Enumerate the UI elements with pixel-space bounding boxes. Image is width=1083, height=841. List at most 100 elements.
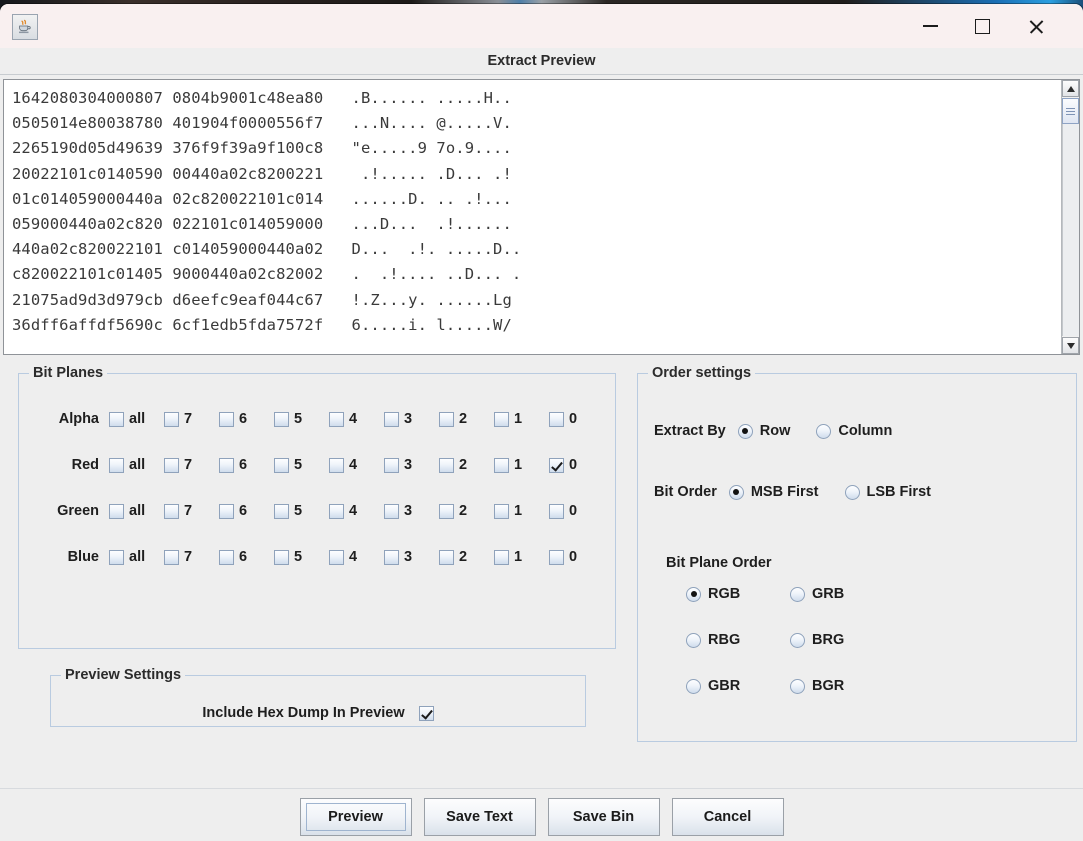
include-hex-dump-checkbox[interactable] — [418, 705, 434, 721]
bit-plane-cell-red-3[interactable]: 3 — [384, 457, 439, 473]
checkbox-red-4[interactable] — [329, 457, 344, 473]
bit-plane-cell-alpha-0[interactable]: 0 — [549, 411, 604, 427]
bit-plane-cell-green-6[interactable]: 6 — [219, 503, 274, 519]
bit-plane-order-option-bgr[interactable]: BGR — [790, 678, 868, 694]
bit-plane-order-option-gbr[interactable]: GBR — [686, 678, 764, 694]
bit-plane-cell-blue-7[interactable]: 7 — [164, 549, 219, 565]
bit-plane-cell-red-0[interactable]: 0 — [549, 457, 604, 473]
bit-plane-cell-red-4[interactable]: 4 — [329, 457, 384, 473]
bit-plane-order-option-brg[interactable]: BRG — [790, 632, 868, 648]
bit-plane-order-radio-gbr[interactable] — [686, 678, 701, 694]
bit-plane-cell-green-5[interactable]: 5 — [274, 503, 329, 519]
checkbox-blue-5[interactable] — [274, 549, 289, 565]
checkbox-blue-6[interactable] — [219, 549, 234, 565]
checkbox-red-3[interactable] — [384, 457, 399, 473]
checkbox-blue-7[interactable] — [164, 549, 179, 565]
preview-button[interactable]: Preview — [299, 798, 412, 836]
bit-plane-cell-alpha-3[interactable]: 3 — [384, 411, 439, 427]
bit-plane-cell-alpha-all[interactable]: all — [109, 411, 164, 427]
checkbox-green-1[interactable] — [494, 503, 509, 519]
maximize-button[interactable] — [959, 4, 1005, 48]
bit-plane-cell-blue-1[interactable]: 1 — [494, 549, 549, 565]
bit-plane-order-radio-brg[interactable] — [790, 632, 805, 648]
bit-order-lsb-radio[interactable] — [844, 484, 860, 500]
bit-plane-cell-green-0[interactable]: 0 — [549, 503, 604, 519]
checkbox-alpha-4[interactable] — [329, 411, 344, 427]
include-hex-dump-row[interactable]: Include Hex Dump In Preview — [51, 705, 585, 721]
checkbox-alpha-all[interactable] — [109, 411, 124, 427]
checkbox-red-7[interactable] — [164, 457, 179, 473]
bit-plane-cell-green-4[interactable]: 4 — [329, 503, 384, 519]
cancel-button[interactable]: Cancel — [671, 798, 784, 836]
save-bin-button[interactable]: Save Bin — [547, 798, 660, 836]
checkbox-blue-4[interactable] — [329, 549, 344, 565]
checkbox-blue-0[interactable] — [549, 549, 564, 565]
checkbox-red-6[interactable] — [219, 457, 234, 473]
bit-plane-cell-alpha-1[interactable]: 1 — [494, 411, 549, 427]
scroll-down-arrow-icon[interactable] — [1062, 337, 1079, 354]
checkbox-green-all[interactable] — [109, 503, 124, 519]
checkbox-green-5[interactable] — [274, 503, 289, 519]
checkbox-alpha-2[interactable] — [439, 411, 454, 427]
checkbox-alpha-0[interactable] — [549, 411, 564, 427]
vertical-scrollbar[interactable] — [1061, 80, 1079, 354]
bit-plane-cell-blue-5[interactable]: 5 — [274, 549, 329, 565]
checkbox-red-all[interactable] — [109, 457, 124, 473]
bit-plane-order-option-rgb[interactable]: RGB — [686, 586, 764, 602]
bit-plane-cell-red-all[interactable]: all — [109, 457, 164, 473]
bit-plane-cell-blue-all[interactable]: all — [109, 549, 164, 565]
bit-plane-cell-green-3[interactable]: 3 — [384, 503, 439, 519]
checkbox-alpha-1[interactable] — [494, 411, 509, 427]
bit-plane-cell-red-5[interactable]: 5 — [274, 457, 329, 473]
hexdump-text[interactable]: 1642080304000807 0804b9001c48ea80 .B....… — [4, 80, 1061, 354]
scrollbar-track[interactable] — [1062, 124, 1079, 336]
bit-plane-cell-blue-3[interactable]: 3 — [384, 549, 439, 565]
checkbox-blue-2[interactable] — [439, 549, 454, 565]
bit-plane-cell-blue-4[interactable]: 4 — [329, 549, 384, 565]
bit-plane-cell-blue-2[interactable]: 2 — [439, 549, 494, 565]
bit-plane-order-radio-grb[interactable] — [790, 586, 805, 602]
bit-plane-order-option-grb[interactable]: GRB — [790, 586, 868, 602]
bit-order-option-lsb[interactable]: LSB First — [844, 484, 931, 500]
bit-plane-cell-alpha-2[interactable]: 2 — [439, 411, 494, 427]
minimize-button[interactable] — [907, 4, 953, 48]
checkbox-red-0[interactable] — [549, 457, 564, 473]
checkbox-red-2[interactable] — [439, 457, 454, 473]
checkbox-alpha-5[interactable] — [274, 411, 289, 427]
bit-plane-cell-red-2[interactable]: 2 — [439, 457, 494, 473]
checkbox-blue-all[interactable] — [109, 549, 124, 565]
checkbox-green-7[interactable] — [164, 503, 179, 519]
extract-by-option-row[interactable]: Row — [737, 423, 790, 439]
bit-plane-cell-blue-6[interactable]: 6 — [219, 549, 274, 565]
bit-plane-order-option-rbg[interactable]: RBG — [686, 632, 764, 648]
bit-plane-cell-green-1[interactable]: 1 — [494, 503, 549, 519]
checkbox-alpha-3[interactable] — [384, 411, 399, 427]
save-text-button[interactable]: Save Text — [423, 798, 536, 836]
bit-plane-cell-alpha-6[interactable]: 6 — [219, 411, 274, 427]
scrollbar-thumb[interactable] — [1062, 98, 1079, 124]
bit-plane-cell-red-7[interactable]: 7 — [164, 457, 219, 473]
bit-plane-order-radio-bgr[interactable] — [790, 678, 805, 694]
bit-plane-cell-alpha-5[interactable]: 5 — [274, 411, 329, 427]
scroll-up-arrow-icon[interactable] — [1062, 80, 1079, 97]
bit-plane-cell-blue-0[interactable]: 0 — [549, 549, 604, 565]
checkbox-red-1[interactable] — [494, 457, 509, 473]
checkbox-green-3[interactable] — [384, 503, 399, 519]
extract-by-option-column[interactable]: Column — [816, 423, 892, 439]
checkbox-alpha-7[interactable] — [164, 411, 179, 427]
extract-by-row-radio[interactable] — [737, 423, 753, 439]
bit-plane-cell-green-all[interactable]: all — [109, 503, 164, 519]
checkbox-blue-3[interactable] — [384, 549, 399, 565]
bit-plane-cell-alpha-7[interactable]: 7 — [164, 411, 219, 427]
checkbox-red-5[interactable] — [274, 457, 289, 473]
bit-plane-cell-green-7[interactable]: 7 — [164, 503, 219, 519]
checkbox-green-4[interactable] — [329, 503, 344, 519]
bit-plane-cell-red-1[interactable]: 1 — [494, 457, 549, 473]
close-button[interactable] — [1013, 4, 1059, 48]
bit-order-option-msb[interactable]: MSB First — [728, 484, 819, 500]
checkbox-alpha-6[interactable] — [219, 411, 234, 427]
extract-by-column-radio[interactable] — [816, 423, 832, 439]
bit-plane-order-radio-rgb[interactable] — [686, 586, 701, 602]
checkbox-green-2[interactable] — [439, 503, 454, 519]
bit-plane-cell-alpha-4[interactable]: 4 — [329, 411, 384, 427]
